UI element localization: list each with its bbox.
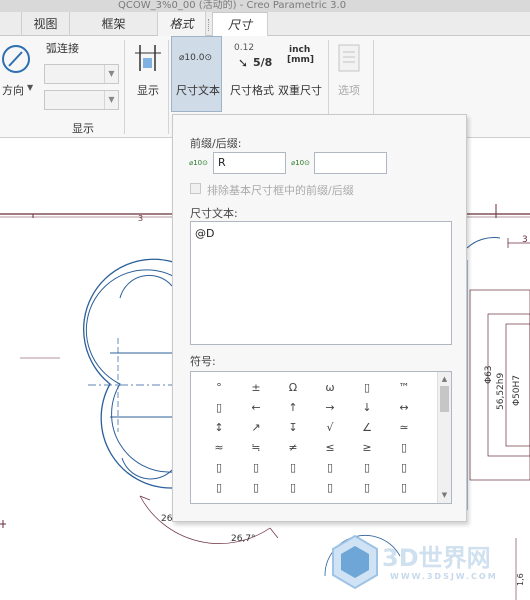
symbol-cell[interactable]: ▯ (312, 458, 348, 478)
dim-format-label[interactable]: 尺寸格式 (230, 82, 274, 98)
dim-frame-zone: 3 (138, 214, 144, 223)
dual-dim-inch: inch (289, 45, 311, 55)
symbol-cell[interactable]: ™ (386, 378, 422, 398)
dimension-text-button[interactable]: ⌀10.0⊙ 尺寸文本 (171, 36, 222, 112)
dim-roughness: 1,6 (516, 573, 525, 586)
watermark-url: WWW.3DSJW.COM (390, 572, 498, 581)
direction-icon[interactable] (0, 42, 34, 76)
symbol-cell[interactable]: ← (238, 398, 274, 418)
symbol-cell[interactable]: ≒ (238, 438, 274, 458)
symbol-cell[interactable]: ▯ (238, 458, 274, 478)
symbol-cell[interactable]: ▯ (201, 398, 237, 418)
symbol-cell[interactable]: ω (312, 378, 348, 398)
window-title: QCOW_3%0_00 (活动的) - Creo Parametric 3.0 (118, 0, 347, 11)
direction-label[interactable]: 方向 (2, 82, 24, 98)
symbol-cell[interactable]: ▯ (349, 378, 385, 398)
symbol-cell[interactable]: ▯ (312, 478, 348, 498)
watermark-brand: 3D世界网 (382, 544, 491, 572)
creo-window: QCOW_3%0_00 (活动的) - Creo Parametric 3.0 … (0, 0, 530, 600)
options-label[interactable]: 选项 (338, 82, 360, 98)
arc-connect-label: 弧连接 (46, 42, 79, 55)
symbol-cell[interactable]: ▯ (349, 458, 385, 478)
dim-format-fraction: 5/8 (253, 56, 273, 69)
tab-frame[interactable]: 框架 (70, 12, 158, 36)
dim-text-icon: ⌀10.0⊙ (179, 53, 212, 63)
prefix-input[interactable]: R (213, 152, 286, 174)
suffix-input[interactable] (314, 152, 387, 174)
group-separator (124, 40, 125, 134)
display-label[interactable]: 显示 (137, 82, 159, 98)
dim-top-right: 3 (522, 235, 528, 245)
dim-text-field-label: 尺寸文本: (190, 207, 238, 220)
symbol-cell[interactable]: Ω (275, 378, 311, 398)
tab-dimension[interactable]: 尺寸 (212, 12, 268, 37)
ribbon-tab-strip: 视图 框架 格式 尺寸 (0, 12, 530, 37)
symbol-cell[interactable]: ▯ (386, 478, 422, 498)
chevron-down-icon[interactable]: ▼ (27, 83, 33, 92)
tab-hidden-left[interactable] (0, 12, 22, 36)
symbol-palette: ° ± Ωω ▯ ™ ▯ ← ↑ → ↓ ↔ ↕ ↗ ↧ √ ∠ ≃ ≈ ≒ ≠ ≤ ≥ ▯ ▯ ▯ ▯ ▯ ▯ ▯ ▯ ▯ ▯ ▯ ▯ ▯ ▲ ▼ (190, 371, 452, 504)
symbol-cell[interactable]: ↕ (201, 418, 237, 438)
dim-angle-bottom: 26,7° (231, 534, 256, 544)
chevron-down-icon[interactable]: ▼ (104, 91, 118, 109)
group-separator (168, 40, 169, 134)
chevron-down-icon[interactable]: ▼ (104, 65, 118, 83)
symbol-cell[interactable]: ▯ (275, 478, 311, 498)
dual-dim-label[interactable]: 双重尺寸 (278, 82, 322, 98)
dual-dim-mm: [mm] (287, 55, 314, 65)
prefix-suffix-label: 前缀/后缀: (190, 137, 242, 150)
options-icon[interactable] (336, 43, 362, 75)
prefix-icon: ⌀10⊙ (189, 159, 208, 167)
display-group-label: 显示 (72, 122, 94, 135)
symbol-cell[interactable]: ° (201, 378, 237, 398)
symbol-cell[interactable]: ≤ (312, 438, 348, 458)
symbol-cell[interactable]: ↑ (275, 398, 311, 418)
symbol-cell[interactable]: → (312, 398, 348, 418)
scroll-down-icon[interactable]: ▼ (438, 489, 451, 501)
dim-text-textarea[interactable]: @D (190, 221, 452, 345)
tab-format[interactable]: 格式 (158, 12, 206, 36)
symbol-cell[interactable]: ▯ (201, 458, 237, 478)
title-bar: QCOW_3%0_00 (活动的) - Creo Parametric 3.0 (0, 0, 530, 12)
symbol-scrollbar[interactable]: ▲ ▼ (437, 372, 451, 503)
symbol-cell[interactable]: ▯ (386, 438, 422, 458)
symbol-cell[interactable]: ∠ (349, 418, 385, 438)
symbol-cell[interactable]: ▯ (201, 478, 237, 498)
symbol-cell[interactable]: ↗ (238, 418, 274, 438)
symbol-cell[interactable]: ▯ (386, 458, 422, 478)
symbol-cell[interactable]: √ (312, 418, 348, 438)
suffix-icon: ⌀10⊙ (291, 159, 310, 167)
exclude-prefix-label: 排除基本尺寸框中的前缀/后缀 (207, 184, 354, 197)
symbol-cell[interactable]: ▯ (238, 478, 274, 498)
dim-fit-h9: 56,52h9 (496, 372, 506, 410)
display-icon[interactable] (133, 41, 163, 75)
tab-view[interactable]: 视图 (22, 12, 70, 36)
dim-text-label: 尺寸文本 (176, 84, 220, 97)
symbol-cell[interactable]: ≥ (349, 438, 385, 458)
symbol-cell[interactable]: ± (238, 378, 274, 398)
arc-connect-combo[interactable]: ▼ (44, 64, 119, 84)
dim-diameter-63: Φ63 (484, 365, 494, 384)
dim-bore-h7: Φ50H7 (512, 374, 522, 406)
symbol-cell[interactable]: ▯ (349, 478, 385, 498)
scroll-thumb[interactable] (440, 386, 449, 412)
tab-separator (208, 19, 209, 31)
symbol-cell[interactable]: ↧ (275, 418, 311, 438)
symbol-cell[interactable]: ≈ (201, 438, 237, 458)
scroll-up-icon[interactable]: ▲ (438, 373, 451, 385)
dim-format-decimal: 0.12 (234, 43, 255, 53)
dimension-text-panel: 前缀/后缀: ⌀10⊙ R ⌀10⊙ 排除基本尺寸框中的前缀/后缀 尺寸文本: … (172, 114, 467, 522)
symbol-cell[interactable]: ↓ (349, 398, 385, 418)
secondary-combo[interactable]: ▼ (44, 90, 119, 110)
exclude-prefix-checkbox[interactable] (190, 183, 201, 194)
watermark-logo-icon (332, 534, 378, 590)
symbol-cell[interactable]: ▯ (275, 458, 311, 478)
symbol-cell[interactable]: ≃ (386, 418, 422, 438)
symbol-cell[interactable]: ≠ (275, 438, 311, 458)
symbols-label: 符号: (190, 355, 216, 368)
dim-format-icon[interactable]: ➘ (238, 56, 248, 70)
symbol-cell[interactable]: ↔ (386, 398, 422, 418)
